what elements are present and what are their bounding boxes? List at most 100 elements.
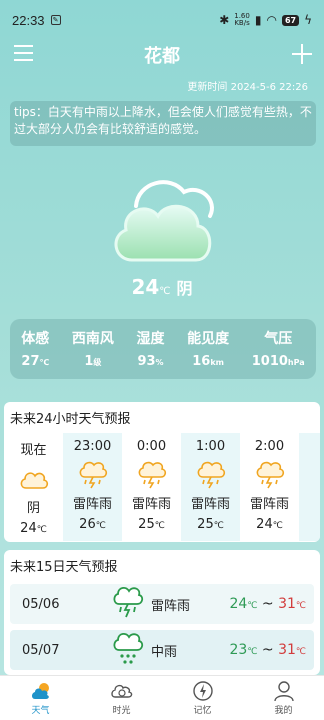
hour-temp: 26℃ bbox=[63, 517, 122, 532]
signal-icon: ▮ bbox=[254, 13, 262, 27]
nav-label: 天气 bbox=[31, 706, 50, 716]
daily-title: 未来15日天气预报 bbox=[10, 560, 118, 575]
hour-temp-value: 26 bbox=[79, 517, 96, 532]
hour-item[interactable]: 1:00 雷阵雨 25℃ bbox=[181, 433, 240, 541]
metric-number: 27 bbox=[21, 354, 40, 369]
metric-unit: % bbox=[155, 358, 164, 367]
hour-time: 1:00 bbox=[195, 439, 226, 454]
nav-label: 记忆 bbox=[193, 706, 212, 716]
nav-time[interactable]: 时光 bbox=[81, 676, 162, 720]
bluetooth-icon: ✱ bbox=[219, 13, 230, 27]
metric-visibility: 能见度 16km bbox=[187, 328, 229, 379]
hourly-forecast-card[interactable]: 未来24小时天气预报 现在 阴 24℃ 23:00 雷阵雨 26℃ 0:00 雷… bbox=[4, 402, 320, 542]
thunder-rain-icon bbox=[112, 586, 144, 624]
thunder-rain-icon bbox=[240, 460, 299, 490]
cloud-icon bbox=[108, 170, 220, 266]
current-temp-unit: ℃ bbox=[159, 286, 171, 297]
nav-profile[interactable]: 我的 bbox=[243, 676, 324, 720]
day-high-unit: ℃ bbox=[295, 601, 306, 611]
time-icon bbox=[81, 679, 162, 703]
hour-temp-unit: ℃ bbox=[213, 521, 224, 531]
hour-temp: 25℃ bbox=[181, 517, 240, 532]
hour-item[interactable]: 0:00 雷阵雨 25℃ bbox=[122, 433, 181, 541]
metric-label: 湿度 bbox=[136, 331, 165, 347]
metric-wind: 西南风 1级 bbox=[72, 328, 114, 379]
hour-condition: 阴 bbox=[26, 501, 40, 516]
rain-icon bbox=[112, 632, 144, 670]
hourly-title: 未来24小时天气预报 bbox=[10, 412, 131, 427]
nav-label: 时光 bbox=[112, 706, 131, 716]
bottom-nav: 天气 时光 记忆 我的 bbox=[0, 675, 324, 720]
daily-forecast-card[interactable]: 未来15日天气预报 05/06 雷阵雨 24℃ ~ 31℃ 05/07 中雨 2… bbox=[4, 550, 320, 675]
hour-condition: 雷阵雨 bbox=[249, 497, 289, 512]
hour-condition: 雷阵雨 bbox=[190, 497, 230, 512]
metric-label: 西南风 bbox=[71, 331, 114, 347]
nav-weather[interactable]: 天气 bbox=[0, 676, 81, 720]
day-temp-range: 23℃ ~ 31℃ bbox=[229, 642, 306, 658]
hour-item[interactable]: 2:00 雷阵雨 24℃ bbox=[240, 433, 299, 541]
hour-temp-value: 25 bbox=[197, 517, 214, 532]
metric-value: 1级 bbox=[72, 354, 114, 369]
nav-memory[interactable]: 记忆 bbox=[162, 676, 243, 720]
day-temp-high: 31℃ bbox=[278, 596, 306, 612]
metric-value: 1010hPa bbox=[252, 354, 305, 369]
hour-temp: 24℃ bbox=[4, 521, 63, 536]
hour-temp-unit: ℃ bbox=[272, 521, 283, 531]
metric-label: 体感 bbox=[21, 331, 50, 347]
hour-item[interactable]: 23:00 雷阵雨 26℃ bbox=[63, 433, 122, 541]
net-speed: 1.60 KB/s bbox=[234, 13, 250, 27]
metric-humidity: 湿度 93% bbox=[137, 328, 165, 379]
cloud-icon bbox=[4, 464, 63, 494]
day-temp-sep: ~ bbox=[261, 642, 274, 658]
memory-icon bbox=[162, 679, 243, 703]
metric-label: 气压 bbox=[264, 331, 293, 347]
day-temp-range: 24℃ ~ 31℃ bbox=[229, 596, 306, 612]
day-date: 05/07 bbox=[22, 642, 60, 658]
city-title[interactable]: 花都 bbox=[0, 42, 324, 68]
day-row[interactable]: 05/06 雷阵雨 24℃ ~ 31℃ bbox=[10, 584, 314, 624]
metrics-panel: 体感 27℃ 西南风 1级 湿度 93% 能见度 16km 气压 1010hPa bbox=[10, 319, 316, 379]
metric-unit: hPa bbox=[287, 358, 305, 367]
hourly-list[interactable]: 现在 阴 24℃ 23:00 雷阵雨 26℃ 0:00 雷阵雨 25℃ 1:00 bbox=[4, 433, 320, 541]
thunder-rain-icon bbox=[122, 460, 181, 490]
status-bar: 22:33 ✎ ✱ 1.60 KB/s ▮ ◠ 67 ϟ bbox=[0, 0, 324, 40]
day-row[interactable]: 05/07 中雨 23℃ ~ 31℃ bbox=[10, 630, 314, 670]
day-temp-high: 31℃ bbox=[278, 642, 306, 658]
tips-box: tips：白天有中雨以上降水，但会使人们感觉有些热，不过大部分人仍会有比较舒适的… bbox=[10, 101, 316, 146]
day-high-value: 31 bbox=[278, 596, 296, 612]
metric-value: 27℃ bbox=[21, 354, 49, 369]
add-city-icon[interactable] bbox=[292, 44, 312, 64]
net-speed-unit: KB/s bbox=[234, 19, 250, 27]
day-temp-sep: ~ bbox=[261, 596, 274, 612]
metric-unit: km bbox=[210, 358, 224, 367]
hour-temp: 24℃ bbox=[240, 517, 299, 532]
hour-condition: 雷阵雨 bbox=[72, 497, 112, 512]
update-time: 更新时间 2024-5-6 22:26 bbox=[187, 82, 308, 93]
hour-item-partial[interactable] bbox=[299, 433, 320, 541]
nav-label: 我的 bbox=[274, 706, 293, 716]
status-right: ✱ 1.60 KB/s ▮ ◠ 67 ϟ bbox=[219, 13, 312, 28]
hour-temp-unit: ℃ bbox=[36, 525, 47, 535]
hour-time: 2:00 bbox=[254, 439, 285, 454]
metric-number: 1010 bbox=[251, 354, 288, 369]
thunder-rain-icon bbox=[63, 460, 122, 490]
metric-value: 16km bbox=[187, 354, 229, 369]
profile-icon bbox=[243, 679, 324, 703]
current-weather: 24℃ 阴 bbox=[0, 275, 324, 299]
day-condition: 雷阵雨 bbox=[151, 598, 191, 614]
charging-icon: ϟ bbox=[304, 13, 312, 27]
metric-feels-like: 体感 27℃ bbox=[21, 328, 49, 379]
hour-time: 23:00 bbox=[73, 439, 112, 454]
hour-time: 现在 bbox=[20, 443, 47, 458]
current-temp: 24 bbox=[131, 275, 160, 299]
day-low-value: 23 bbox=[229, 642, 248, 658]
status-time: 22:33 bbox=[12, 12, 45, 28]
hour-time: 0:00 bbox=[136, 439, 167, 454]
hour-temp: 25℃ bbox=[122, 517, 181, 532]
hour-item[interactable]: 现在 阴 24℃ bbox=[4, 433, 63, 541]
metric-unit: 级 bbox=[93, 358, 102, 367]
hour-temp-value: 24 bbox=[20, 521, 37, 536]
notification-icon: ✎ bbox=[50, 15, 61, 25]
wifi-icon: ◠ bbox=[266, 13, 277, 27]
hour-temp-value: 24 bbox=[256, 517, 273, 532]
